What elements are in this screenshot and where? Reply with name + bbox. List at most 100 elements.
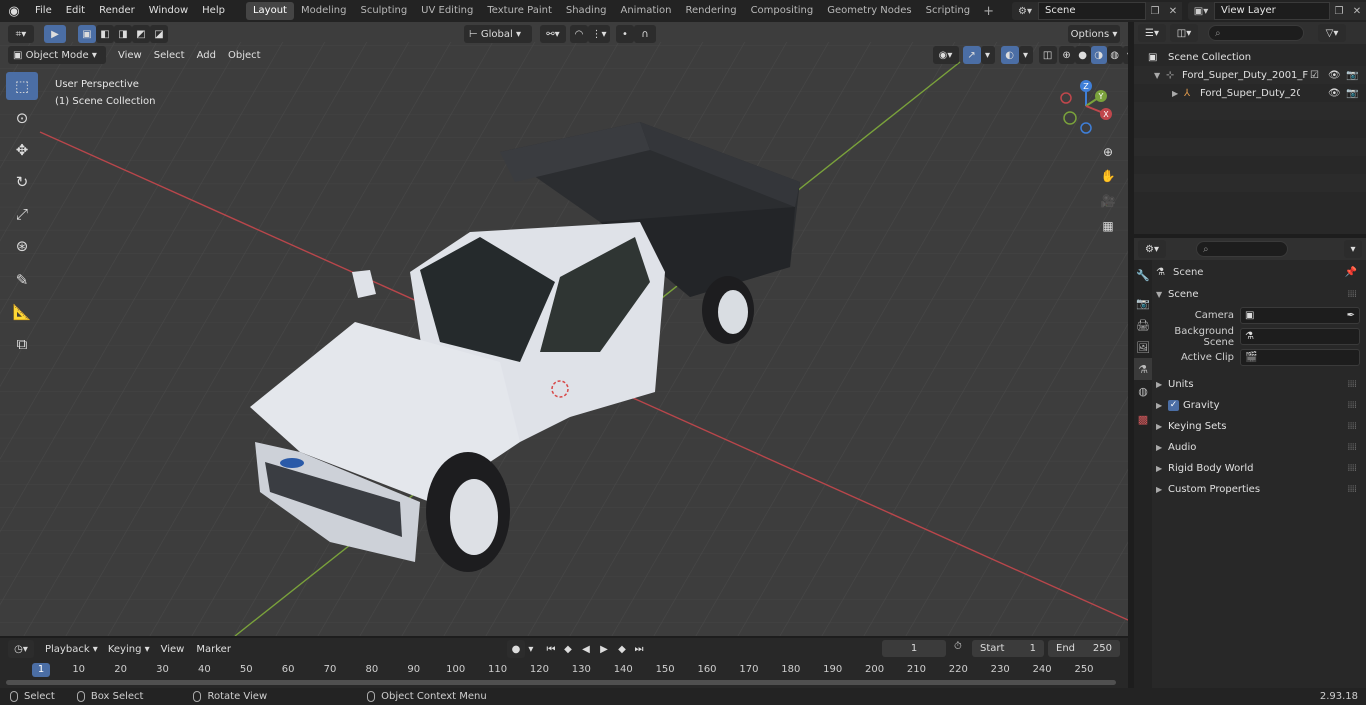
neg-x-handle[interactable] — [1060, 92, 1072, 104]
current-frame-field[interactable]: 1 — [882, 640, 946, 657]
scene-icon[interactable]: ⚙▾ — [1012, 2, 1038, 20]
tab-texture-paint[interactable]: Texture Paint — [480, 2, 559, 20]
render-tab-icon[interactable]: 📷 — [1134, 292, 1152, 314]
start-frame-field[interactable]: Start 1 — [972, 640, 1044, 657]
output-tab-icon[interactable]: 🖨 — [1134, 314, 1152, 336]
menu-help[interactable]: Help — [195, 0, 232, 22]
tab-uv-editing[interactable]: UV Editing — [414, 2, 480, 20]
menu-render[interactable]: Render — [92, 0, 142, 22]
copy-scene-icon[interactable]: ❐ — [1146, 2, 1164, 20]
falloff-icon[interactable]: ∩ — [634, 25, 656, 43]
prev-keyframe-icon[interactable]: ◆ — [559, 640, 577, 658]
outliner-root-row[interactable]: ▣ Scene Collection — [1134, 48, 1366, 66]
visibility-icon[interactable]: ◉▾ — [932, 46, 959, 64]
play-icon[interactable]: ▶ — [595, 640, 613, 658]
viewport-menu-add[interactable]: Add — [191, 50, 222, 61]
scene-tab-icon[interactable]: ⚗ — [1134, 358, 1152, 380]
viewport-menu-object[interactable]: Object — [222, 50, 267, 61]
record-options-icon[interactable]: ▾ — [525, 640, 537, 658]
next-keyframe-icon[interactable]: ◆ — [613, 640, 631, 658]
drag-grip-icon[interactable]: ⁞⁞⁞⁞ — [1347, 289, 1357, 300]
jump-start-icon[interactable]: ⏮ — [543, 640, 559, 658]
view-layer-icon[interactable]: ▣▾ — [1188, 2, 1214, 20]
rigid-body-section-header[interactable]: ▶ Rigid Body World ⁞⁞⁞⁞ — [1156, 458, 1360, 479]
shading-solid-icon[interactable]: ● — [1074, 46, 1091, 64]
eye-icon[interactable]: 👁 — [1328, 88, 1341, 99]
mode-intersect-icon[interactable]: ◪ — [150, 25, 168, 43]
object-mode-dropdown[interactable]: ▣ Object Mode ▾ — [8, 46, 106, 64]
play-reverse-icon[interactable]: ◀ — [577, 640, 595, 658]
expand-down-icon[interactable]: ▼ — [1154, 71, 1166, 80]
checkbox-icon[interactable]: ☑ — [1310, 70, 1319, 81]
camera-icon[interactable]: 📷 — [1346, 70, 1358, 81]
zoom-view-icon[interactable]: ⊕ — [1097, 141, 1119, 163]
3d-viewport[interactable]: ⌗▾ ▶ ▣ ◧ ◨ ◩ ◪ ⊢ Global ▾ ⚯▾ ◠ ⋮▾ • ∩ Op… — [0, 22, 1128, 636]
pan-view-icon[interactable]: ✋ — [1097, 165, 1119, 187]
select-tool-icon[interactable]: ▶ — [44, 25, 66, 43]
drag-grip-icon[interactable]: ⁞⁞⁞⁞ — [1347, 400, 1357, 411]
pin-icon[interactable]: 📌 — [1345, 267, 1357, 278]
camera-icon[interactable]: 📷 — [1346, 88, 1358, 99]
units-section-header[interactable]: ▶ Units ⁞⁞⁞⁞ — [1156, 374, 1360, 395]
annotate-tool-icon[interactable]: ✎ — [6, 266, 38, 294]
tool-tab-icon[interactable]: 🔧 — [1134, 264, 1152, 286]
tab-shading[interactable]: Shading — [559, 2, 614, 20]
tab-geometry-nodes[interactable]: Geometry Nodes — [820, 2, 918, 20]
eye-icon[interactable]: 👁 — [1328, 70, 1341, 81]
proportional-edit-icon[interactable]: • — [616, 25, 634, 43]
mode-subtract-icon[interactable]: ◨ — [114, 25, 132, 43]
keying-sets-section-header[interactable]: ▶ Keying Sets ⁞⁞⁞⁞ — [1156, 416, 1360, 437]
move-tool-icon[interactable]: ✥ — [6, 136, 38, 164]
properties-search-input[interactable]: ⌕ — [1196, 241, 1288, 257]
view-layer-tab-icon[interactable]: 🖼 — [1134, 336, 1152, 358]
mode-extend-icon[interactable]: ◧ — [96, 25, 114, 43]
camera-view-icon[interactable]: 🎥 — [1097, 190, 1119, 212]
snap-target-icon[interactable]: ⋮▾ — [588, 25, 610, 43]
editor-type-icon[interactable]: ⌗▾ — [8, 25, 34, 43]
close-scene-icon[interactable]: ✕ — [1164, 2, 1182, 20]
outliner-editor-type-icon[interactable]: ☰▾ — [1138, 24, 1166, 42]
custom-properties-section-header[interactable]: ▶ Custom Properties ⁞⁞⁞⁞ — [1156, 479, 1360, 500]
copy-layer-icon[interactable]: ❐ — [1330, 2, 1348, 20]
outliner-item-row[interactable]: ▼ ⊹ Ford_Super_Duty_2001_F_550 ☑ 👁 📷 — [1134, 66, 1366, 84]
texture-tab-icon[interactable]: ▩ — [1134, 408, 1152, 430]
tab-rendering[interactable]: Rendering — [678, 2, 743, 20]
overlay-toggle-icon[interactable]: ◐ — [1000, 46, 1019, 64]
drag-grip-icon[interactable]: ⁞⁞⁞⁞ — [1347, 484, 1357, 495]
active-clip-field[interactable]: 🎬 — [1240, 349, 1360, 366]
gravity-section-header[interactable]: ▶ ✓ Gravity ⁞⁞⁞⁞ — [1156, 395, 1360, 416]
add-workspace-icon[interactable]: + — [977, 4, 1000, 19]
blender-logo-icon[interactable]: ◉ — [0, 0, 28, 22]
transform-tool-icon[interactable]: ⊛ — [6, 232, 38, 260]
tab-modeling[interactable]: Modeling — [294, 2, 354, 20]
tab-animation[interactable]: Animation — [614, 2, 679, 20]
viewport-menu-select[interactable]: Select — [148, 50, 191, 61]
scale-tool-icon[interactable]: ⤢ — [6, 200, 38, 228]
frame-ruler[interactable]: 1 10 20 30 40 50 60 70 80 90 100 110 120 130 140 150 160… — [0, 662, 1128, 678]
navigation-gizmo[interactable]: Z Y X — [1058, 78, 1118, 138]
timeline-scrollbar[interactable] — [6, 680, 1116, 685]
tab-scripting[interactable]: Scripting — [919, 2, 977, 20]
timeline-editor-type-icon[interactable]: ◷▾ — [8, 640, 34, 658]
measure-tool-icon[interactable]: 📐 — [6, 298, 38, 326]
snap-toggle-icon[interactable]: ◠ — [570, 25, 588, 43]
current-frame-indicator[interactable]: 1 — [32, 663, 50, 677]
drag-grip-icon[interactable]: ⁞⁞⁞⁞ — [1347, 442, 1357, 453]
add-cube-tool-icon[interactable]: ⧉ — [6, 330, 38, 358]
record-icon[interactable]: ● — [506, 640, 525, 658]
shading-dropdown-icon[interactable]: ▾ — [1122, 46, 1128, 64]
outliner-search-input[interactable]: ⌕ — [1208, 25, 1304, 41]
scene-section-header[interactable]: ▼ Scene ⁞⁞⁞⁞ — [1156, 284, 1360, 305]
tab-compositing[interactable]: Compositing — [744, 2, 821, 20]
display-mode-icon[interactable]: ◫▾ — [1170, 24, 1198, 42]
timeline-menu-view[interactable]: View — [155, 644, 191, 655]
shading-material-icon[interactable]: ◑ — [1090, 46, 1107, 64]
drag-grip-icon[interactable]: ⁞⁞⁞⁞ — [1347, 421, 1357, 432]
menu-edit[interactable]: Edit — [59, 0, 92, 22]
view-layer-field[interactable]: View Layer — [1214, 2, 1330, 20]
drag-grip-icon[interactable]: ⁞⁞⁞⁞ — [1347, 379, 1357, 390]
neg-y-handle[interactable] — [1063, 111, 1077, 125]
xray-toggle-icon[interactable]: ◫ — [1038, 46, 1057, 64]
timeline-menu-marker[interactable]: Marker — [190, 644, 237, 655]
gizmo-dropdown-icon[interactable]: ▾ — [980, 46, 995, 64]
